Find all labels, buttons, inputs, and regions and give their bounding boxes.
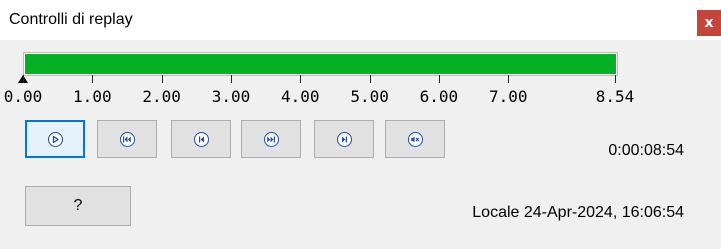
step-forward-button[interactable]: [314, 120, 374, 158]
timeline-tick: [92, 75, 94, 83]
timeline-tick-label: 1.00: [73, 87, 112, 106]
timeline-tick-label: 0.00: [3, 87, 43, 106]
timeline-tick-label: 3.00: [211, 87, 251, 106]
timeline-tick: [230, 75, 232, 83]
mute-button[interactable]: [385, 120, 445, 158]
timeline-tick: [300, 75, 302, 83]
timeline-tick-label: 8.54: [595, 87, 635, 106]
replay-progress-bar[interactable]: [23, 52, 618, 76]
fast-forward-icon: [263, 131, 279, 147]
timeline-tick: [615, 75, 616, 83]
step-back-icon: [193, 131, 209, 147]
timeline-tick: [23, 75, 24, 83]
timeline-tick: [161, 75, 163, 83]
step-back-button[interactable]: [171, 120, 231, 158]
close-button[interactable]: x: [697, 10, 721, 36]
elapsed-time: 0:00:08:54: [608, 142, 684, 159]
fast-forward-button[interactable]: [241, 120, 301, 158]
timeline-tick-label: 4.00: [281, 87, 320, 106]
play-icon: [47, 131, 63, 147]
replay-window: Controlli di replay x 0.00 1.00 2.00 3.00 4.…: [0, 0, 721, 249]
timeline-tick-label: 5.00: [350, 87, 389, 106]
timeline-tick: [438, 75, 440, 83]
title-bar: Controlli di replay x: [0, 0, 721, 40]
rewind-to-start-button[interactable]: [97, 120, 157, 158]
progress-fill: [25, 54, 616, 74]
mute-icon: [407, 131, 423, 147]
local-time-label: Locale 24-Apr-2024, 16:06:54: [472, 204, 684, 221]
play-button[interactable]: [25, 120, 85, 158]
window-title: Controlli di replay: [9, 11, 133, 28]
timeline-tick-label: 2.00: [142, 87, 181, 106]
timeline-tick-label: 7.00: [488, 87, 528, 106]
timeline-tick-label: 6.00: [419, 87, 459, 106]
rewind-to-start-icon: [119, 131, 135, 147]
timeline-ticks: [23, 75, 616, 85]
timeline-tick: [508, 75, 510, 83]
help-button[interactable]: ?: [25, 186, 131, 226]
step-forward-icon: [336, 131, 352, 147]
timeline-tick: [369, 75, 371, 83]
